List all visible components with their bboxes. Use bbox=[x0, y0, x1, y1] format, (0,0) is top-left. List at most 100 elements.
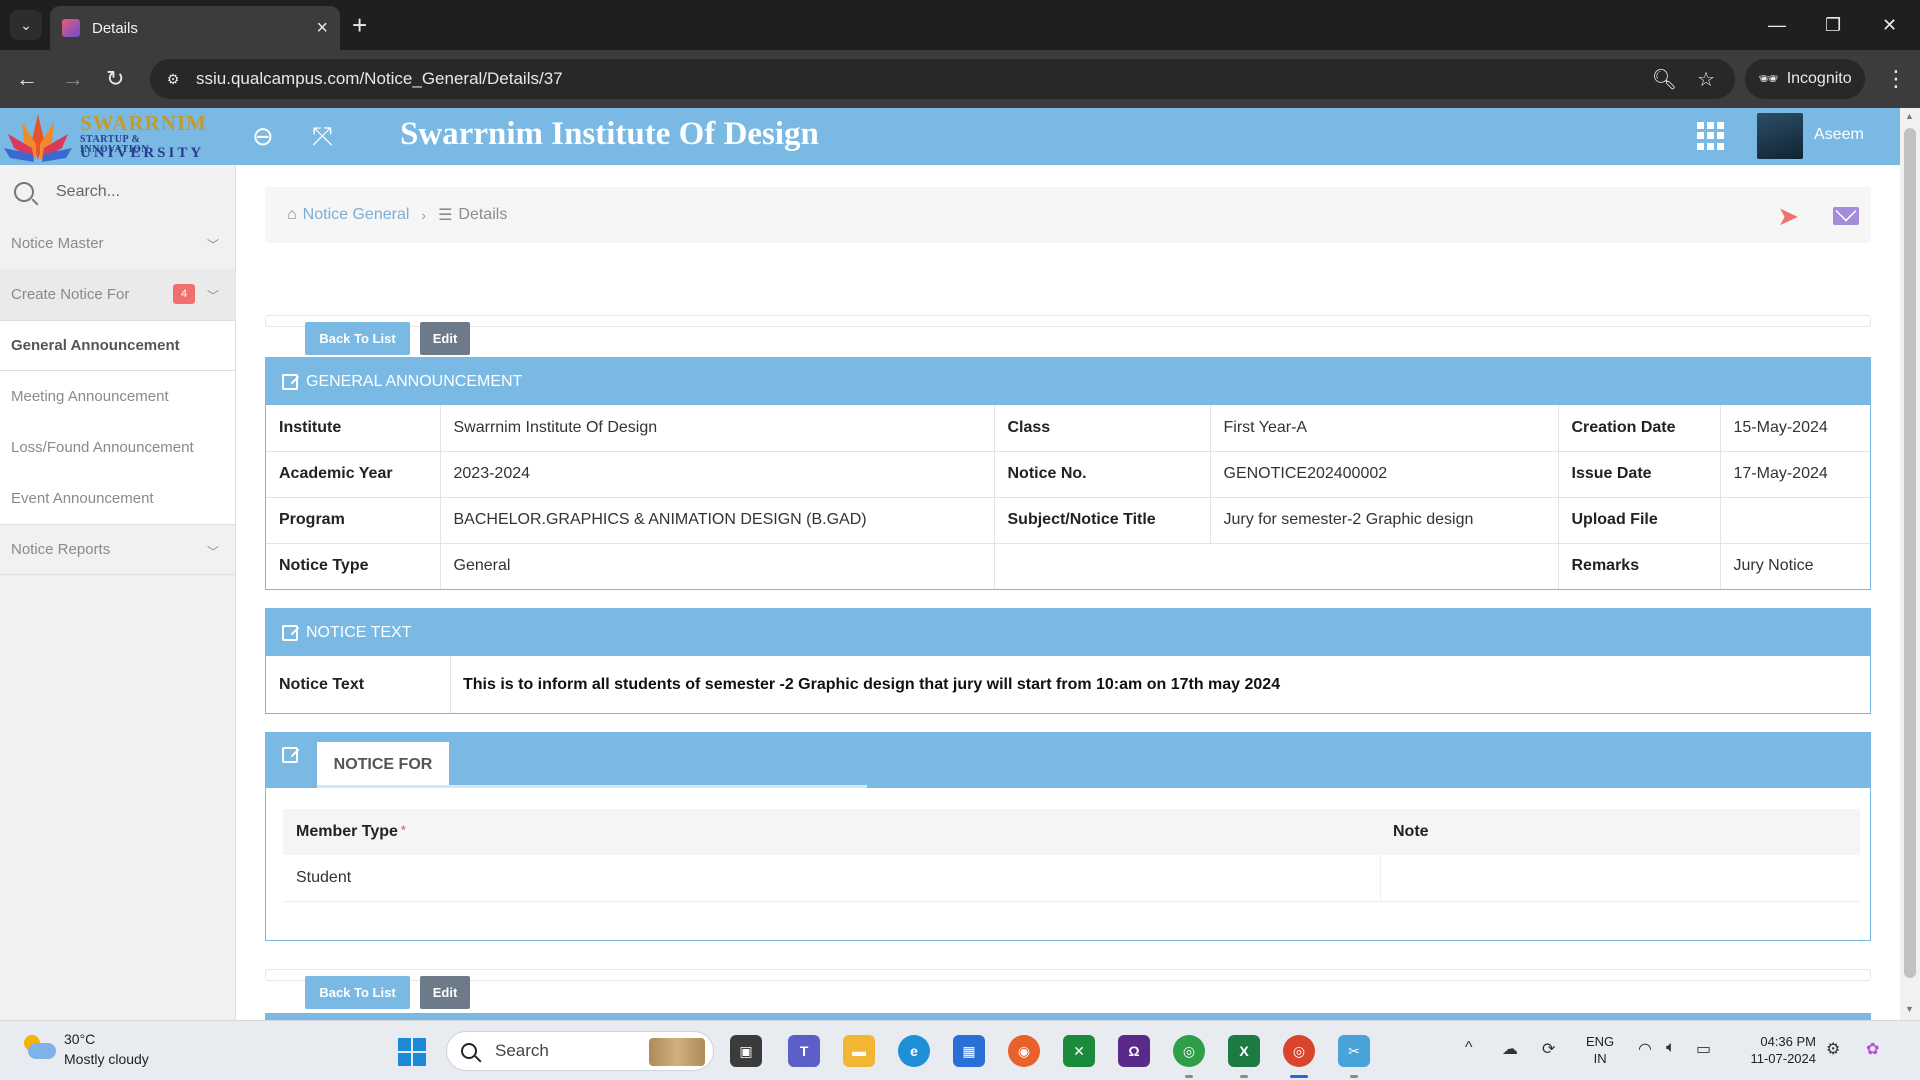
language-indicator[interactable]: ENG IN bbox=[1586, 1033, 1614, 1067]
battery-icon[interactable]: ▭ bbox=[1696, 1039, 1711, 1059]
edit-icon bbox=[282, 624, 298, 641]
minimize-button[interactable]: — bbox=[1768, 10, 1786, 40]
main-content: ⌂ Notice General › ☰ Details ➤ Back To L… bbox=[237, 165, 1900, 1020]
site-info-icon[interactable]: ⚙ bbox=[162, 68, 184, 90]
weather-description[interactable]: Mostly cloudy bbox=[64, 1051, 149, 1067]
close-tab-icon[interactable]: × bbox=[316, 17, 328, 40]
tab-notice-for[interactable]: NOTICE FOR bbox=[317, 742, 449, 788]
task-view-icon[interactable]: ▣ bbox=[730, 1035, 762, 1067]
chrome-icon[interactable]: ◎ bbox=[1173, 1035, 1205, 1067]
edge-icon[interactable]: e bbox=[898, 1035, 930, 1067]
table-row: Program BACHELOR.GRAPHICS & ANIMATION DE… bbox=[266, 497, 1870, 544]
close-window-button[interactable]: ✕ bbox=[1882, 10, 1897, 40]
excel-icon[interactable]: X bbox=[1228, 1035, 1260, 1067]
new-tab-button[interactable]: + bbox=[352, 10, 367, 40]
address-bar[interactable]: ⚙ ssiu.qualcampus.com/Notice_General/Det… bbox=[150, 59, 1735, 99]
xbox-icon[interactable]: ✕ bbox=[1063, 1035, 1095, 1067]
mail-icon[interactable] bbox=[1833, 207, 1859, 225]
scroll-up-icon[interactable]: ▲ bbox=[1905, 111, 1914, 121]
app-header: SWARRNIM STARTUP & INNOVATION UNIVERSITY… bbox=[0, 108, 1900, 165]
back-to-list-button[interactable]: Back To List bbox=[305, 322, 410, 355]
weather-temperature[interactable]: 30°C bbox=[64, 1031, 95, 1047]
sync-icon[interactable]: ⟳ bbox=[1542, 1039, 1555, 1059]
column-header-member-type: Member Type * bbox=[283, 809, 1380, 855]
windows-taskbar: 30°C Mostly cloudy Search ▣ T ▬ e ▦ ◉ ✕ … bbox=[0, 1020, 1920, 1080]
breadcrumb-home-link[interactable]: Notice General bbox=[303, 206, 410, 224]
weather-cloud-icon[interactable] bbox=[22, 1035, 56, 1061]
wifi-icon[interactable]: ◠ bbox=[1638, 1039, 1652, 1059]
sidebar-item-label: Loss/Found Announcement bbox=[11, 439, 194, 456]
field-label: Notice Text bbox=[266, 656, 451, 713]
edit-icon bbox=[282, 373, 298, 390]
clock-time: 04:36 PM bbox=[1760, 1034, 1816, 1049]
university-logo[interactable]: SWARRNIM STARTUP & INNOVATION UNIVERSITY bbox=[2, 110, 206, 163]
page-title: Swarrnim Institute Of Design bbox=[400, 116, 819, 152]
table-row: Academic Year 2023-2024 Notice No. GENOT… bbox=[266, 451, 1870, 498]
copilot-icon[interactable]: ✿ bbox=[1866, 1039, 1879, 1059]
edit-button[interactable]: Edit bbox=[420, 322, 470, 355]
sidebar-item-event-announcement[interactable]: Event Announcement bbox=[0, 473, 235, 524]
snipping-tool-icon[interactable]: ✂ bbox=[1338, 1035, 1370, 1067]
firefox-icon[interactable]: ◉ bbox=[1008, 1035, 1040, 1067]
notification-icon[interactable]: ⚙ bbox=[1826, 1039, 1840, 1059]
sidebar-item-notice-master[interactable]: Notice Master ﹀ bbox=[0, 218, 235, 269]
back-arrow-icon[interactable]: ← bbox=[16, 64, 38, 94]
back-circle-icon[interactable]: ⊖ bbox=[252, 122, 274, 150]
sidebar-item-meeting-announcement[interactable]: Meeting Announcement bbox=[0, 371, 235, 422]
chrome-incognito-icon[interactable]: ◎ bbox=[1283, 1035, 1315, 1067]
browser-tab[interactable]: Details × bbox=[50, 6, 340, 50]
reload-icon[interactable]: ↻ bbox=[106, 64, 124, 94]
panel-header: NOTICE TEXT bbox=[266, 609, 1870, 656]
tab-search-dropdown[interactable]: ⌄ bbox=[10, 10, 42, 40]
file-explorer-icon[interactable]: ▬ bbox=[843, 1035, 875, 1067]
user-name[interactable]: Aseem bbox=[1814, 126, 1864, 144]
volume-icon[interactable]: 🔈︎ bbox=[1666, 1039, 1676, 1057]
browser-menu-icon[interactable]: ⋮ bbox=[1885, 66, 1907, 92]
field-label: Institute bbox=[266, 405, 441, 452]
member-type-cell: Student bbox=[283, 855, 1381, 902]
store-icon[interactable]: ▦ bbox=[953, 1035, 985, 1067]
app-icon[interactable]: Ω bbox=[1118, 1035, 1150, 1067]
tab-underline bbox=[317, 785, 867, 788]
incognito-indicator[interactable]: 🕶︎ Incognito bbox=[1745, 59, 1865, 99]
field-label: Creation Date bbox=[1558, 405, 1721, 452]
scroll-down-icon[interactable]: ▼ bbox=[1905, 1004, 1914, 1014]
sidebar-item-loss-found-announcement[interactable]: Loss/Found Announcement bbox=[0, 422, 235, 473]
page-scrollbar[interactable]: ▲ ▼ bbox=[1900, 108, 1920, 1020]
apps-grid-icon[interactable] bbox=[1697, 122, 1725, 150]
windows-start-icon[interactable] bbox=[398, 1038, 426, 1066]
avatar[interactable] bbox=[1757, 113, 1803, 159]
teams-icon[interactable]: T bbox=[788, 1035, 820, 1067]
zoom-icon[interactable]: 🔍︎ bbox=[1652, 67, 1677, 92]
chevron-down-icon: ﹀ bbox=[206, 238, 219, 252]
onedrive-icon[interactable]: ☁ bbox=[1502, 1039, 1518, 1059]
field-value: Jury Notice bbox=[1733, 557, 1814, 575]
browser-tab-bar: ⌄ Details × + — ❐ ✕ bbox=[0, 0, 1920, 50]
taskbar-search[interactable]: Search bbox=[446, 1031, 714, 1071]
table-row: Notice Type General Remarks Jury Notice bbox=[266, 543, 1870, 589]
search-input[interactable] bbox=[56, 182, 216, 201]
bookmark-star-icon[interactable]: ☆ bbox=[1697, 67, 1715, 92]
field-value[interactable] bbox=[1720, 497, 1870, 544]
incognito-icon: 🕶︎ bbox=[1758, 71, 1779, 88]
tray-chevron-icon[interactable]: ^ bbox=[1465, 1039, 1473, 1057]
field-label: Issue Date bbox=[1558, 451, 1721, 498]
system-clock[interactable]: 04:36 PM 11-07-2024 bbox=[1738, 1033, 1816, 1067]
sidebar-item-label: Notice Master bbox=[11, 235, 104, 252]
forward-arrow-icon[interactable]: → bbox=[62, 64, 84, 94]
url-text[interactable]: ssiu.qualcampus.com/Notice_General/Detai… bbox=[196, 69, 1652, 89]
back-to-list-button-bottom[interactable]: Back To List bbox=[305, 976, 410, 1009]
maximize-button[interactable]: ❐ bbox=[1825, 10, 1841, 40]
scroll-thumb[interactable] bbox=[1904, 128, 1916, 978]
sidebar-item-create-notice-for[interactable]: Create Notice For 4 ﹀ bbox=[0, 269, 235, 320]
send-icon[interactable]: ➤ bbox=[1777, 201, 1799, 232]
sidebar-item-general-announcement[interactable]: General Announcement bbox=[0, 320, 235, 371]
sidebar-item-notice-reports[interactable]: Notice Reports ﹀ bbox=[0, 524, 235, 575]
sidebar-search bbox=[0, 165, 235, 218]
field-value: First Year-A bbox=[1210, 405, 1559, 452]
fullscreen-icon[interactable]: ⤧ bbox=[312, 122, 333, 150]
search-highlight-image bbox=[649, 1038, 705, 1066]
edit-button-bottom[interactable]: Edit bbox=[420, 976, 470, 1009]
panel-header: GENERAL ANNOUNCEMENT bbox=[266, 358, 1870, 405]
field-label: Academic Year bbox=[266, 451, 441, 498]
